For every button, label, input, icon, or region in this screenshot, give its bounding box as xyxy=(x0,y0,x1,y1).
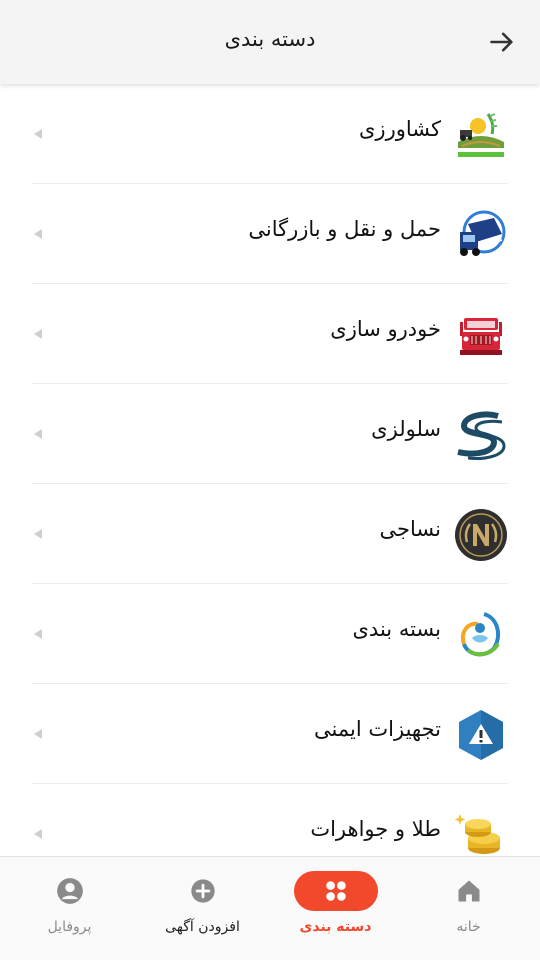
category-label: سلولزی xyxy=(371,417,441,441)
category-item-packaging[interactable]: بسته بندی xyxy=(32,584,508,684)
app-root: دسته بندی کشاورزی حمل و نقل و بازرگانی خ… xyxy=(0,0,540,960)
category-list: کشاورزی حمل و نقل و بازرگانی خودرو سازی … xyxy=(0,84,540,854)
category-label: نساجی xyxy=(379,517,441,541)
arrow-right-icon xyxy=(490,32,513,52)
chevron-left-icon xyxy=(34,829,42,839)
red-truck-icon xyxy=(454,308,508,362)
app-header: دسته بندی xyxy=(0,0,540,84)
chevron-left-icon xyxy=(34,329,42,339)
truck-globe-icon xyxy=(454,208,508,262)
home-icon xyxy=(455,877,483,905)
nav-add-ad-label: افزودن آگهی xyxy=(165,919,240,935)
category-label: تجهیزات ایمنی xyxy=(314,717,441,741)
nav-profile-label: پروفایل xyxy=(47,919,92,935)
category-item-safety[interactable]: تجهیزات ایمنی xyxy=(32,684,508,784)
plus-circle-icon xyxy=(189,877,217,905)
category-item-agriculture[interactable]: کشاورزی xyxy=(32,84,508,184)
bottom-navigation: خانه دسته بندی افزودن آگهی پروفایل xyxy=(0,856,540,960)
nav-home[interactable]: خانه xyxy=(401,857,536,960)
category-item-automotive[interactable]: خودرو سازی xyxy=(32,284,508,384)
textile-badge-icon xyxy=(454,508,508,562)
user-circle-icon xyxy=(56,877,84,905)
category-item-cellulose[interactable]: سلولزی xyxy=(32,384,508,484)
gold-coins-icon xyxy=(454,808,508,854)
packaging-icon xyxy=(454,608,508,662)
page-title: دسته بندی xyxy=(224,27,316,51)
category-label: بسته بندی xyxy=(352,617,442,641)
category-label: خودرو سازی xyxy=(330,317,441,341)
category-label: کشاورزی xyxy=(359,117,441,141)
category-item-gold[interactable]: طلا و جواهرات xyxy=(32,784,508,854)
agriculture-icon xyxy=(454,108,508,162)
chevron-left-icon xyxy=(34,729,42,739)
nav-add-ad[interactable]: افزودن آگهی xyxy=(135,857,270,960)
chevron-left-icon xyxy=(34,529,42,539)
chevron-left-icon xyxy=(34,429,42,439)
s-logo-icon xyxy=(454,408,508,462)
nav-categories[interactable]: دسته بندی xyxy=(268,857,403,960)
category-item-transport[interactable]: حمل و نقل و بازرگانی xyxy=(32,184,508,284)
chevron-left-icon xyxy=(34,129,42,139)
chevron-left-icon xyxy=(34,229,42,239)
nav-home-label: خانه xyxy=(456,919,481,935)
grid-dots-icon xyxy=(293,871,378,911)
back-button[interactable] xyxy=(486,26,518,58)
category-label: حمل و نقل و بازرگانی xyxy=(248,217,441,241)
category-item-textile[interactable]: نساجی xyxy=(32,484,508,584)
chevron-left-icon xyxy=(34,629,42,639)
nav-categories-label: دسته بندی xyxy=(299,919,372,935)
nav-profile[interactable]: پروفایل xyxy=(2,857,137,960)
warning-hexagon-icon xyxy=(454,708,508,762)
category-label: طلا و جواهرات xyxy=(310,817,441,841)
